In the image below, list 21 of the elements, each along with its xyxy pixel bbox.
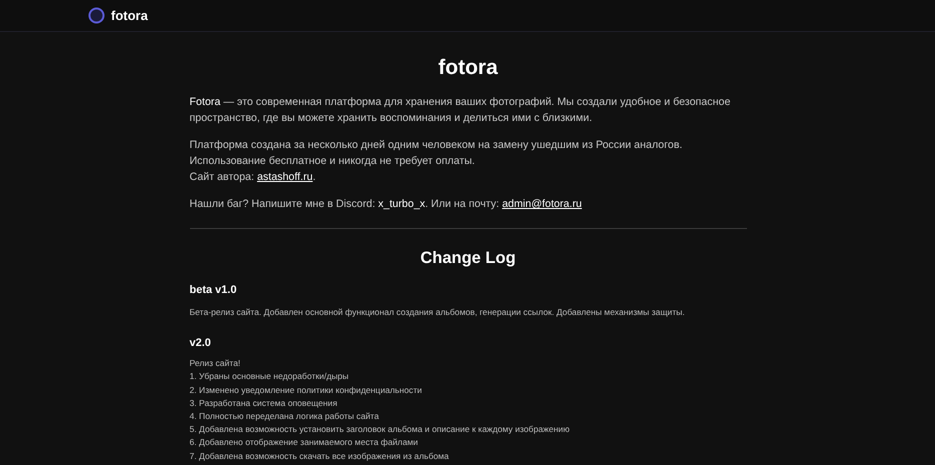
logo-icon (88, 7, 105, 24)
link[interactable]: astashoff.ru (257, 171, 313, 183)
section-title: Change Log (419, 249, 517, 268)
changelog-line: 3. Разработана система оповещения (190, 396, 338, 410)
paragraph: Fotora — это современная платформа для хранения ваших фотографий. Мы создали удобное и безопасное пространство, где вы можете хранить воспоминания и делиться ими с близкими. (190, 95, 732, 126)
changelog-line: 5. Добавлена возможность установить заголовок альбома и описание к каждому изображению (190, 423, 571, 436)
changelog-line: 1. Убраны основные недоработки/дыры (190, 370, 350, 384)
link[interactable]: admin@fotora.ru (502, 198, 582, 210)
paragraph: Платформа создана за несколько дней одним человеком на замену ушедшим из России аналогов. Использование бесплатное и никогда не требует оплаты. (190, 138, 684, 169)
changelog-line: 2. Изменено уведомление политики конфиденциальности (190, 384, 423, 397)
changelog-line: 7. Добавлена возможность скачать все изображения из альбома (190, 450, 450, 463)
changelog-line: Релиз сайта! (190, 357, 242, 370)
page-title: fotora (437, 56, 499, 80)
changelog-line: 6. Добавлено отображение занимаемого места файлами (190, 436, 419, 450)
brand-name: fotora (111, 8, 148, 23)
paragraph: Сайт автора: astashoff.ru. (190, 170, 317, 185)
version-heading: beta v1.0 (190, 284, 238, 296)
paragraph: Нашли баг? Напишите мне в Discord: x_turbo_x. Или на почту: admin@fotora.ru (190, 197, 583, 212)
version-heading: v2.0 (190, 337, 212, 350)
changelog-line: 4. Полностью переделана логика работы сайта (190, 410, 380, 424)
changelog-line: Бета-релиз сайта. Добавлен основной функционал создания альбомов, генерации ссылок. Добавлены механизмы защиты. (190, 306, 686, 319)
